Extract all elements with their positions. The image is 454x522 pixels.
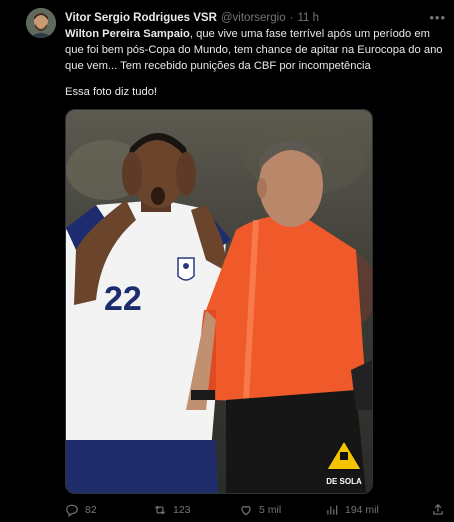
views-icon — [327, 505, 338, 515]
tweet[interactable]: Vitor Sergio Rodrigues VSR @vitorsergio … — [0, 0, 454, 522]
author-name[interactable]: Vitor Sergio Rodrigues VSR — [65, 12, 217, 24]
tweet-bold-lead: Wilton Pereira Sampaio — [65, 28, 190, 40]
like-count: 5 mil — [259, 504, 282, 516]
views-count: 194 mil — [345, 504, 379, 516]
heart-icon — [241, 506, 251, 516]
watermark-text: DE SOLA — [326, 477, 362, 486]
share-button[interactable] — [431, 503, 445, 517]
retweet-button[interactable]: 123 — [153, 503, 191, 517]
separator-dot: · — [289, 12, 294, 24]
jersey-number: 22 — [104, 280, 142, 318]
tweet-actions: 82 123 5 mil 194 mil — [65, 503, 445, 519]
tweet-photo[interactable]: 22 DE SOLA — [65, 109, 373, 494]
tweet-caption: Essa foto diz tudo! — [65, 86, 158, 98]
author-handle[interactable]: @vitorsergio — [221, 12, 286, 24]
avatar-image — [26, 8, 56, 38]
share-icon — [433, 503, 443, 515]
retweet-count: 123 — [173, 504, 191, 516]
tweet-header: Vitor Sergio Rodrigues VSR @vitorsergio … — [65, 10, 440, 26]
reply-count: 82 — [85, 504, 97, 516]
reply-icon — [66, 504, 78, 517]
retweet-icon — [154, 505, 166, 515]
views-button[interactable]: 194 mil — [325, 503, 379, 517]
tweet-text: Wilton Pereira Sampaio, que vive uma fas… — [65, 26, 449, 74]
reply-button[interactable]: 82 — [65, 503, 97, 517]
avatar[interactable] — [26, 8, 56, 38]
tweet-time[interactable]: 11 h — [297, 12, 319, 24]
like-button[interactable]: 5 mil — [239, 503, 281, 517]
more-options-icon[interactable]: ••• — [429, 10, 446, 25]
